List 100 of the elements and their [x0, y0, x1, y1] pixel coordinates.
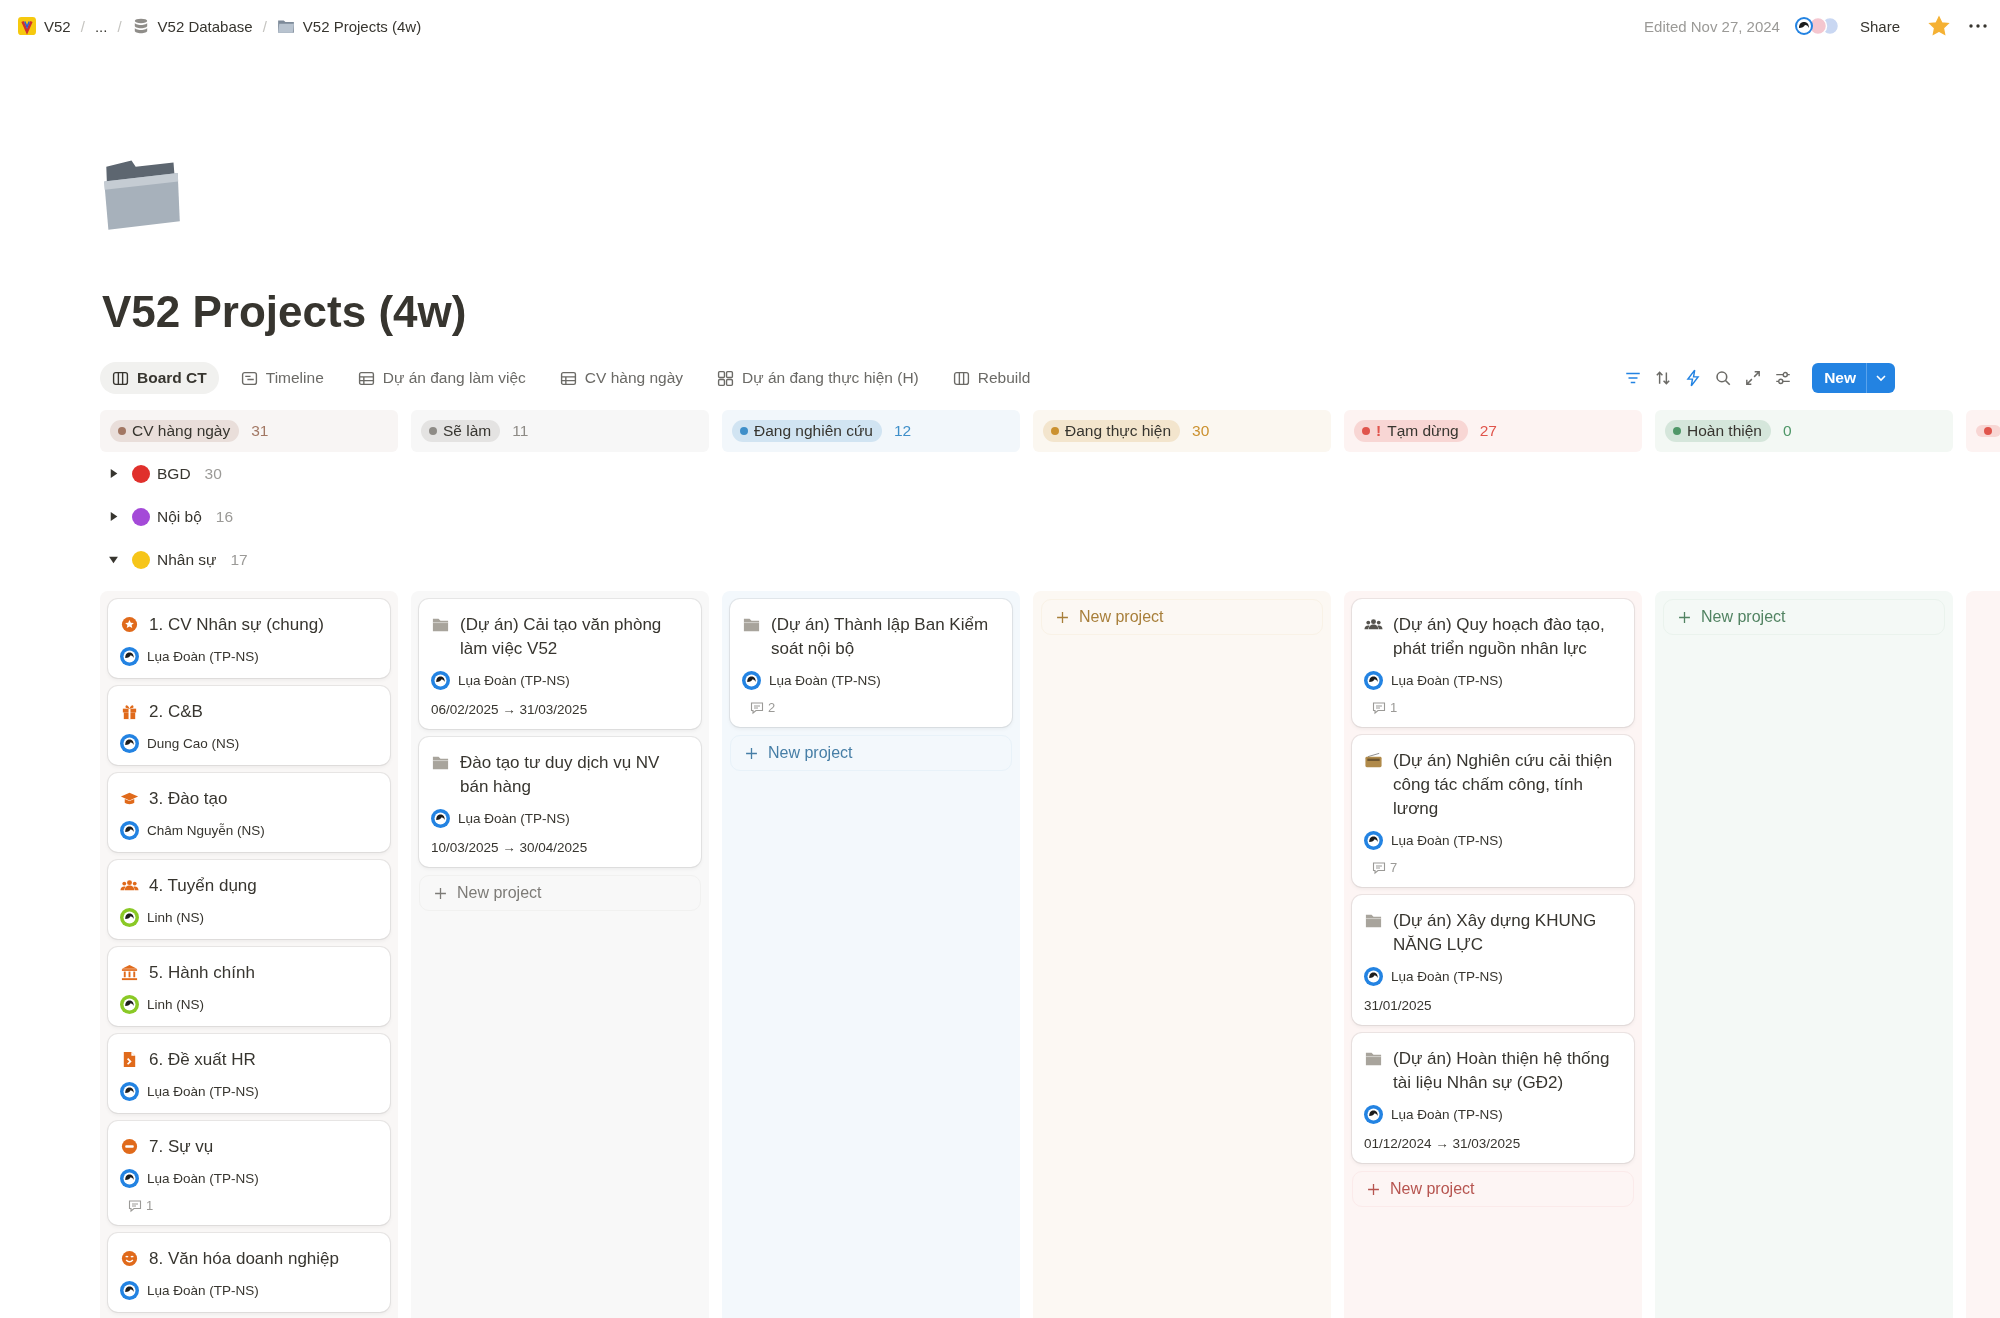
- new-project-button[interactable]: New project: [1352, 1171, 1634, 1207]
- project-card[interactable]: (Dự án) Hoàn thiện hệ thống tài liệu Nhân sự (GĐ2) Lụa Đoàn (TP-NS) 01/12/2024 → 31/03/2025: [1352, 1033, 1634, 1163]
- board-icon: [952, 369, 970, 387]
- view-tab[interactable]: Dự án đang thực hiện (H): [705, 362, 931, 394]
- group-label[interactable]: Nội bộ: [157, 507, 202, 526]
- comment-icon: [750, 700, 764, 715]
- card-title: Đào tạo tư duy dịch vụ NV bán hàng: [460, 752, 661, 798]
- assignee-name: Linh (NS): [147, 997, 205, 1012]
- card-title: (Dự án) Cải tạo văn phòng làm việc V52: [460, 614, 663, 660]
- comment-icon: [128, 1198, 142, 1213]
- settings-icon[interactable]: [1774, 369, 1793, 387]
- project-card[interactable]: Đào tạo tư duy dịch vụ NV bán hàng Lụa Đoàn (TP-NS) 10/03/2025 → 30/04/2025: [419, 737, 701, 867]
- card-title: 1. CV Nhân sự (chung): [149, 614, 324, 636]
- assignee-name: Lụa Đoàn (TP-NS): [147, 649, 259, 664]
- group-count: 30: [204, 464, 222, 483]
- column-count: 30: [1192, 422, 1210, 440]
- column-count: 12: [893, 422, 912, 440]
- breadcrumb-link[interactable]: ...: [90, 15, 112, 37]
- assignee-name: Lụa Đoàn (TP-NS): [147, 1171, 259, 1186]
- assignee-name: Lụa Đoàn (TP-NS): [458, 673, 570, 688]
- comment-count: 1: [146, 1198, 154, 1213]
- column-count: 11: [512, 422, 529, 440]
- assignee-name: Lụa Đoàn (TP-NS): [1391, 969, 1503, 984]
- more-icon[interactable]: [1968, 23, 1988, 29]
- project-card[interactable]: 8. Văn hóa doanh nghiệp Lụa Đoàn (TP-NS): [108, 1233, 390, 1312]
- plus-icon: [1056, 610, 1069, 624]
- breadcrumb-link[interactable]: V52 Database: [127, 15, 257, 37]
- board-icon: [112, 369, 129, 387]
- assignee-name: Châm Nguyễn (NS): [147, 823, 265, 838]
- project-card[interactable]: (Dự án) Nghiên cứu cải thiện công tác chấm công, tính lương Lụa Đoàn (TP-NS) 7: [1352, 735, 1634, 887]
- new-project-button[interactable]: New project: [1041, 599, 1323, 635]
- page-title: V52 Projects (4w): [102, 286, 468, 338]
- view-tab[interactable]: Timeline: [228, 362, 336, 394]
- view-tab[interactable]: CV hàng ngày: [547, 362, 696, 394]
- table-icon: [357, 369, 375, 387]
- project-card[interactable]: 1. CV Nhân sự (chung) Lụa Đoàn (TP-NS): [108, 599, 390, 678]
- collapse-triangle-icon[interactable]: [108, 554, 119, 565]
- status-label: Đang nghiên cứu: [754, 422, 873, 440]
- project-card[interactable]: 5. Hành chính Linh (NS): [108, 947, 390, 1026]
- caret-icon: [1875, 374, 1887, 382]
- share-button[interactable]: Share: [1853, 13, 1906, 39]
- project-card[interactable]: (Dự án) Quy hoạch đào tạo, phát triển nguồn nhân lực Lụa Đoàn (TP-NS) 1: [1352, 599, 1634, 727]
- card-title: 4. Tuyển dụng: [149, 875, 257, 897]
- group-label[interactable]: Nhân sự: [157, 550, 217, 569]
- project-card[interactable]: 7. Sự vụ Lụa Đoàn (TP-NS) 1: [108, 1121, 390, 1225]
- expand-icon[interactable]: [1744, 369, 1763, 387]
- plus-icon: [1678, 610, 1691, 624]
- new-button[interactable]: New: [1812, 363, 1866, 393]
- status-label: Đang thực hiện: [1065, 422, 1172, 440]
- breadcrumb-link[interactable]: V52: [14, 15, 75, 37]
- card-title: 7. Sự vụ: [149, 1136, 214, 1158]
- new-project-button[interactable]: New project: [730, 735, 1012, 771]
- group-count: 17: [230, 550, 248, 569]
- expand-triangle-icon[interactable]: [108, 511, 119, 522]
- project-card[interactable]: (Dự án) Xây dựng KHUNG NĂNG LỰC Lụa Đoàn (TP-NS) 31/01/2025: [1352, 895, 1634, 1025]
- group-label[interactable]: BGD: [157, 464, 191, 483]
- breadcrumb-separator: /: [262, 17, 267, 35]
- comment-count: 7: [1390, 860, 1398, 875]
- assignee-name: Lụa Đoàn (TP-NS): [1391, 833, 1503, 848]
- assignee-name: Linh (NS): [147, 910, 205, 925]
- project-card[interactable]: (Dự án) Cải tạo văn phòng làm việc V52 Lụa Đoàn (TP-NS) 06/02/2025 → 31/03/2025: [419, 599, 701, 729]
- plus-icon: [1367, 1182, 1380, 1196]
- view-tab[interactable]: Board CT: [100, 362, 219, 394]
- favorite-star-icon[interactable]: [1928, 15, 1950, 37]
- assignee-name: Lụa Đoàn (TP-NS): [769, 673, 881, 688]
- date-range: 06/02/2025 → 31/03/2025: [431, 701, 589, 717]
- assignee-name: Lụa Đoàn (TP-NS): [1391, 673, 1503, 688]
- new-project-button[interactable]: New project: [1663, 599, 1945, 635]
- plus-icon: [745, 746, 758, 760]
- comment-count: 2: [768, 700, 776, 715]
- breadcrumb-link[interactable]: V52 Projects (4w): [272, 15, 426, 37]
- card-title: 5. Hành chính: [149, 962, 255, 984]
- project-card[interactable]: 3. Đào tạo Châm Nguyễn (NS): [108, 773, 390, 852]
- column-count: 27: [1479, 422, 1497, 440]
- search-icon[interactable]: [1714, 369, 1733, 387]
- status-label: Hoàn thiện: [1687, 422, 1762, 440]
- project-card[interactable]: 4. Tuyển dụng Linh (NS): [108, 860, 390, 939]
- card-title: (Dự án) Quy hoạch đào tạo, phát triển nguồn nhân lực: [1393, 614, 1606, 660]
- assignee-name: Lụa Đoàn (TP-NS): [147, 1283, 259, 1298]
- assignee-name: Dung Cao (NS): [147, 736, 240, 751]
- status-label: CV hàng ngày: [132, 422, 231, 440]
- project-card[interactable]: 2. C&B Dung Cao (NS): [108, 686, 390, 765]
- new-project-button[interactable]: New project: [419, 875, 701, 911]
- sort-icon[interactable]: [1654, 369, 1673, 387]
- assignee-name: Lụa Đoàn (TP-NS): [147, 1084, 259, 1099]
- card-title: (Dự án) Nghiên cứu cải thiện công tác chấm công, tính lương: [1393, 750, 1614, 820]
- card-title: (Dự án) Hoàn thiện hệ thống tài liệu Nhân sự (GĐ2): [1393, 1048, 1611, 1094]
- timeline-icon: [240, 369, 258, 387]
- view-tab[interactable]: Rebuild: [940, 362, 1043, 394]
- group-count: 16: [215, 507, 234, 526]
- view-tab[interactable]: Dự án đang làm việc: [345, 362, 538, 394]
- project-card[interactable]: (Dự án) Thành lập Ban Kiểm soát nội bộ Lụa Đoàn (TP-NS) 2: [730, 599, 1012, 727]
- assignee-name: Lụa Đoàn (TP-NS): [1391, 1107, 1503, 1122]
- date-range: 10/03/2025 → 30/04/2025: [431, 839, 589, 855]
- card-title: 6. Đề xuất HR: [149, 1049, 256, 1071]
- new-dropdown-button[interactable]: [1866, 363, 1895, 393]
- date-range: 01/12/2024 → 31/03/2025: [1364, 1135, 1522, 1151]
- card-title: (Dự án) Thành lập Ban Kiểm soát nội bộ: [771, 614, 990, 660]
- project-card[interactable]: 6. Đề xuất HR Lụa Đoàn (TP-NS): [108, 1034, 390, 1113]
- expand-triangle-icon[interactable]: [108, 468, 119, 479]
